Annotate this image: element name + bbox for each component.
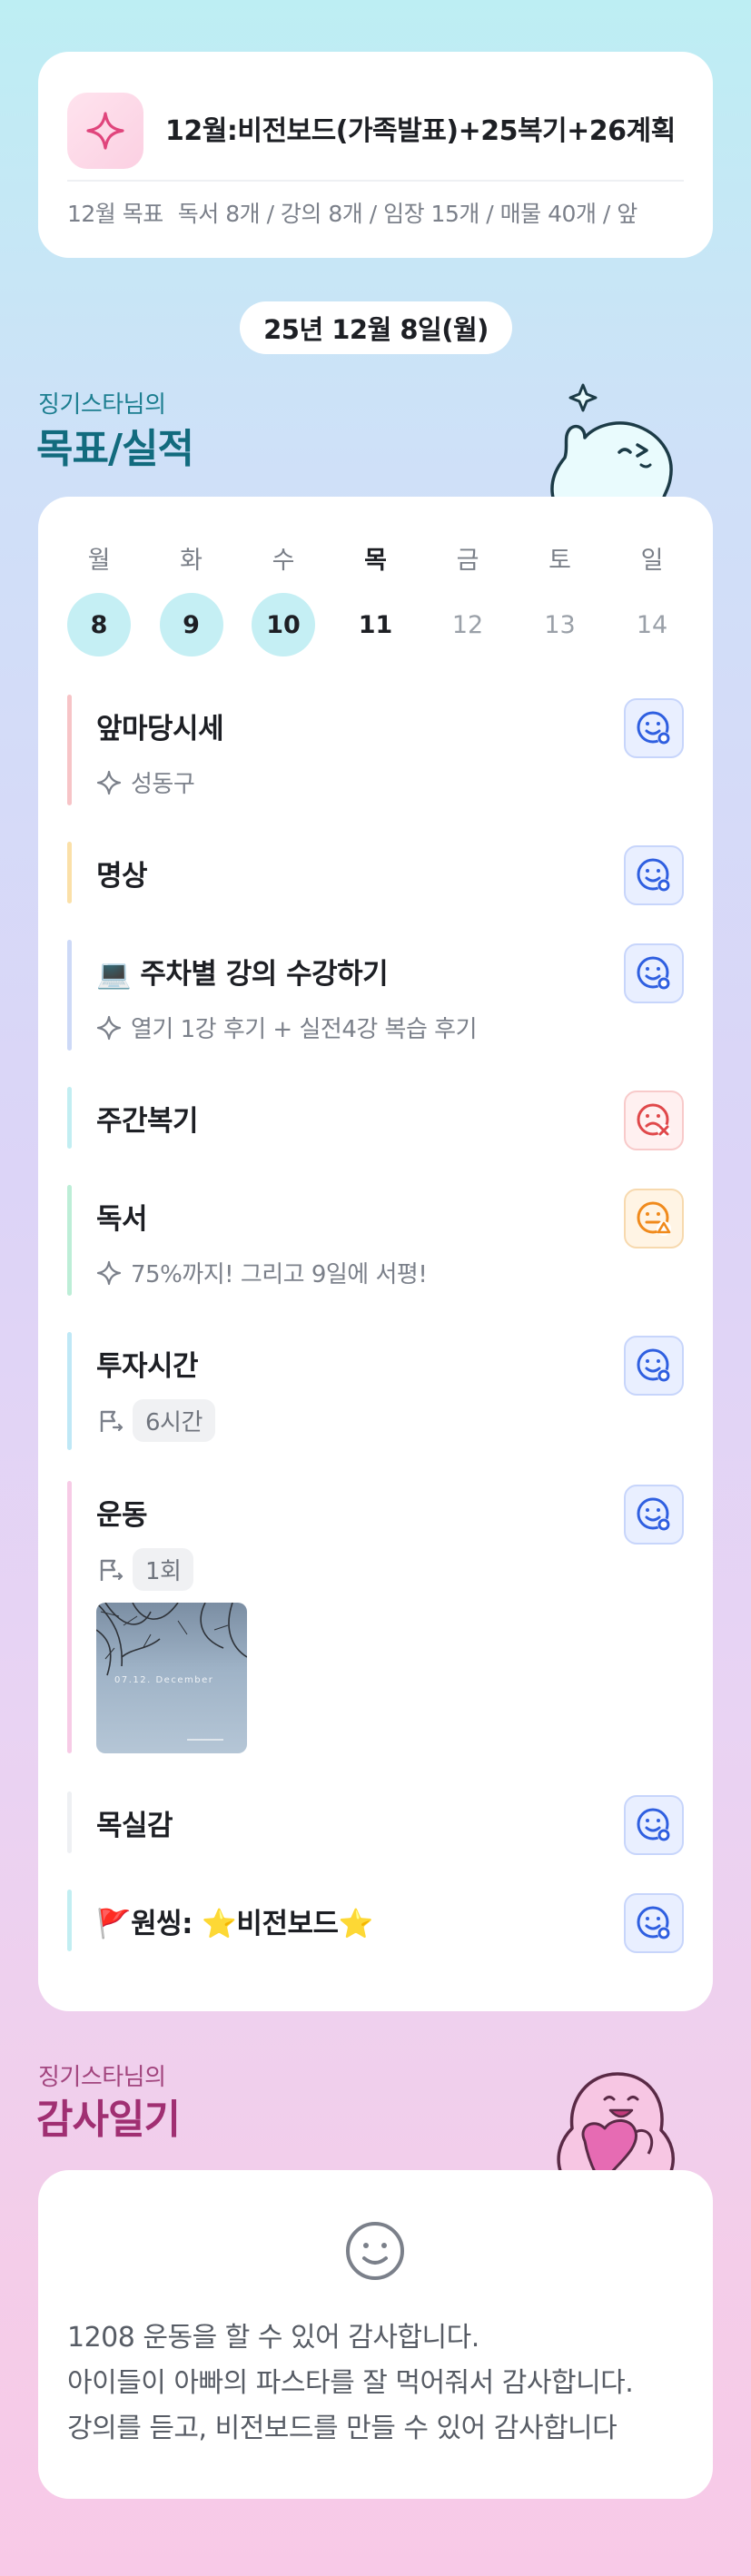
date-pill[interactable]: 25년 12월 8일(월) [240, 301, 512, 354]
flag-icon [100, 1559, 124, 1581]
date-button[interactable]: 9 [159, 593, 223, 656]
sparkle-icon [96, 1260, 122, 1285]
goal-item[interactable]: 목실감 [67, 1791, 684, 1855]
status-ok-icon[interactable] [624, 845, 684, 905]
photo-caption: 07.12. December [114, 1675, 213, 1685]
status-ok-icon[interactable] [624, 1336, 684, 1396]
weekday-label: 화 [180, 547, 203, 575]
date-button[interactable]: 14 [620, 593, 684, 656]
monthly-goal-title: 12월:비전보드(가족발표)+25복기+26계획 [165, 115, 676, 147]
date-button[interactable]: 13 [529, 593, 592, 656]
divider [67, 180, 684, 182]
date-button[interactable]: 12 [436, 593, 499, 656]
weekday-label: 금 [456, 547, 479, 575]
exercise-photo[interactable]: 07.12. December [96, 1603, 247, 1753]
status-ok-icon[interactable] [624, 1893, 684, 1953]
record-chip: 1회 [133, 1548, 194, 1591]
weekday-label: 수 [272, 547, 295, 575]
goal-name: 주간복기 [96, 1105, 199, 1138]
goal-note-text: 성동구 [131, 771, 195, 798]
status-ok-icon[interactable] [624, 698, 684, 758]
weekday-label-current: 목 [364, 547, 387, 575]
goal-record: 6시간 [96, 1399, 215, 1442]
goal-color-bar [67, 940, 72, 1051]
goal-item[interactable]: 독서 75%까지! 그리고 9일에 서평! [67, 1185, 684, 1296]
goal-item[interactable]: 앞마당시세 성동구 [67, 695, 684, 805]
weekday-label: 토 [548, 547, 571, 575]
weekday-label: 월 [87, 547, 111, 575]
goal-item[interactable]: 주간복기 [67, 1087, 684, 1150]
monthly-goal-card[interactable]: 12월:비전보드(가족발표)+25복기+26계획 12월 목표 독서 8개 / 강… [38, 52, 713, 258]
diary-line: 아이들이 아빠의 파스타를 잘 먹어줘서 감사합니다. [67, 2367, 634, 2399]
date-button[interactable]: 8 [67, 593, 131, 656]
date-button[interactable]: 10 [252, 593, 315, 656]
goal-name: 운동 [96, 1499, 148, 1532]
smile-icon [346, 2222, 404, 2280]
goal-name: 독서 [96, 1203, 148, 1236]
diary-text: 1208 운동을 할 수 있어 감사합니다. 아이들이 아빠의 파스타를 잘 먹… [67, 2315, 691, 2452]
goal-item[interactable]: 투자시간 6시간 [67, 1332, 684, 1450]
status-partial-icon[interactable] [624, 1189, 684, 1249]
status-fail-icon[interactable] [624, 1091, 684, 1150]
goal-item[interactable]: 🚩원씽: ⭐비전보드⭐ [67, 1890, 684, 1953]
goal-name: 🚩원씽: ⭐비전보드⭐ [96, 1908, 373, 1940]
monthly-goal-label: 12월 목표 [67, 201, 163, 227]
goal-color-bar [67, 1087, 72, 1149]
weekday-header: 월 화 수 목 금 토 일 [67, 540, 684, 576]
goal-color-bar [67, 1332, 72, 1450]
goal-record: 1회 [96, 1548, 194, 1591]
goal-name: 💻 주차별 강의 수강하기 [96, 958, 389, 991]
date-button-today[interactable]: 11 [344, 593, 408, 656]
goal-name: 앞마당시세 [96, 713, 224, 745]
goal-color-bar [67, 695, 72, 805]
diary-line: 강의를 듣고, 비전보드를 만들 수 있어 감사합니다 [67, 2413, 618, 2444]
flag-icon [100, 1410, 124, 1432]
goal-note: 75%까지! 그리고 9일에 서평! [96, 1256, 428, 1289]
sparkle-icon [96, 770, 122, 795]
goal-name: 목실감 [96, 1810, 173, 1842]
record-chip: 6시간 [133, 1399, 215, 1442]
sparkle-icon [96, 1015, 122, 1040]
goal-note: 성동구 [96, 765, 195, 799]
week-dates: 8 9 10 11 12 13 14 [67, 593, 684, 656]
goals-card: 월 화 수 목 금 토 일 8 9 10 11 12 13 14 앞마당시세 성… [38, 497, 713, 2011]
goal-item[interactable]: 💻 주차별 강의 수강하기 열기 1강 후기 + 실전4강 복습 후기 [67, 940, 684, 1051]
goal-name: 명상 [96, 860, 148, 893]
goal-color-bar [67, 842, 72, 903]
goal-note-text: 75%까지! 그리고 9일에 서평! [131, 1261, 428, 1288]
mascot-illustration [550, 383, 673, 501]
goal-item[interactable]: 명상 [67, 842, 684, 905]
goal-item[interactable]: 운동 1회 07.12. December [67, 1481, 684, 1753]
monthly-goal-text: 독서 8개 / 강의 8개 / 임장 15개 / 매물 40개 / 앞 [177, 201, 638, 227]
status-ok-icon[interactable] [624, 1795, 684, 1855]
sparkle-icon [67, 93, 143, 169]
goal-note-text: 열기 1강 후기 + 실전4강 복습 후기 [131, 1016, 478, 1043]
gratitude-diary-card[interactable]: 1208 운동을 할 수 있어 감사합니다. 아이들이 아빠의 파스타를 잘 먹… [38, 2170, 713, 2499]
status-ok-icon[interactable] [624, 943, 684, 1003]
monthly-goal-subtitle: 12월 목표 독서 8개 / 강의 8개 / 임장 15개 / 매물 40개 / … [67, 196, 695, 229]
goal-name: 투자시간 [96, 1350, 199, 1383]
goal-color-bar [67, 1791, 72, 1853]
diary-line: 1208 운동을 할 수 있어 감사합니다. [67, 2322, 479, 2354]
goal-color-bar [67, 1890, 72, 1951]
goals-user-label: 징기스타님의 [38, 391, 166, 419]
heart-mascot-illustration [557, 2072, 675, 2174]
weekday-label: 일 [640, 547, 664, 575]
status-ok-icon[interactable] [624, 1485, 684, 1545]
goal-note: 열기 1강 후기 + 실전4강 복습 후기 [96, 1011, 478, 1044]
diary-title: 감사일기 [36, 2097, 181, 2143]
goal-color-bar [67, 1481, 72, 1753]
goals-title: 목표/실적 [36, 426, 194, 472]
goal-color-bar [67, 1185, 72, 1296]
